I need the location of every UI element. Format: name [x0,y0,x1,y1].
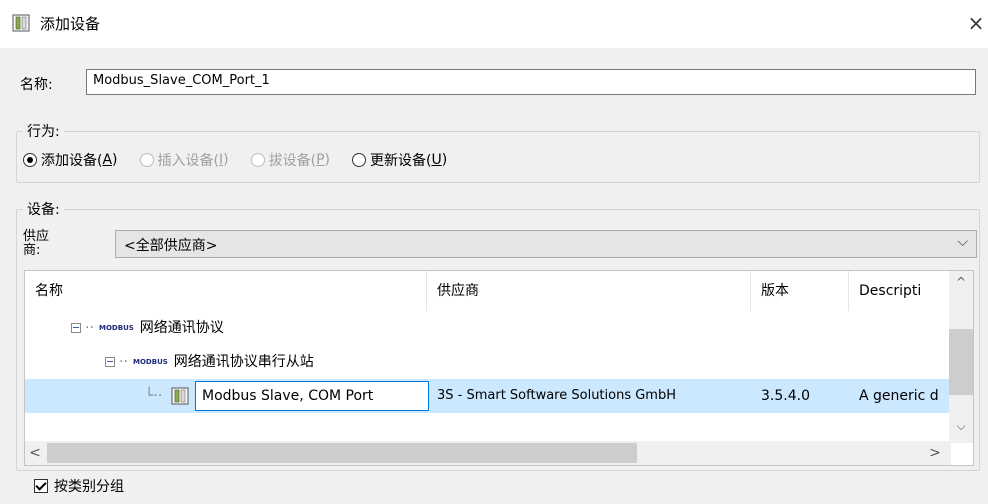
grid-header: 名称 供应商 版本 Descripti [25,271,951,311]
close-icon: × [967,11,985,35]
vendor-select-value: <全部供应商> [124,238,218,254]
group-by-category-label: 按类别分组 [54,479,124,495]
selected-device-row[interactable]: └·· Modbus Slave, COM Port 3S - Smart So… [25,379,951,413]
chevron-down-icon: ⌵ [957,234,968,250]
tree-node-network-protocol[interactable]: ·· MODBUS 网络通讯协议 [71,311,224,345]
vertical-scroll-thumb[interactable] [949,329,973,395]
device-description-cell: A generic d [859,388,939,404]
group-by-category-checkbox[interactable] [34,479,48,493]
scroll-down-icon[interactable]: ⌵ [949,419,973,439]
behavior-options: 添加设备(A) 插入设备(I) 拔设备(P) 更新设备(U) [23,150,469,170]
name-label: 名称: [20,77,53,93]
device-icon [171,387,189,405]
device-tree-grid: 名称 供应商 版本 Descripti ·· MODBUS 网络通讯协议 ·· MOD… [24,270,974,466]
scroll-up-icon[interactable]: ^ [949,275,973,295]
modbus-icon: MODBUS [133,358,168,366]
radio-insert-device[interactable]: 插入设备(I) [139,150,229,170]
radio-dot [351,153,366,167]
horizontal-scroll-thumb[interactable] [47,443,637,463]
tree-node-label: 网络通讯协议 [139,320,224,336]
device-version-cell: 3.5.4.0 [761,388,810,404]
collapse-icon[interactable] [105,357,115,367]
scroll-left-icon[interactable]: < [25,441,45,465]
tree-node-serial-slave[interactable]: ·· MODBUS 网络通讯协议串行从站 [105,345,314,379]
column-header-vendor[interactable]: 供应商 [427,271,751,311]
group-by-category[interactable]: 按类别分组 [34,476,124,496]
device-icon [12,14,30,32]
device-legend: 设备: [23,199,64,219]
radio-unplug-device[interactable]: 拔设备(P) [250,150,330,170]
dialog-body: 名称: Modbus_Slave_COM_Port_1 行为: 添加设备(A) … [0,48,988,504]
device-vendor-cell: 3S - Smart Software Solutions GmbH [437,388,677,403]
radio-dot [250,153,265,167]
modbus-icon: MODBUS [99,324,134,332]
collapse-icon[interactable] [71,323,81,333]
column-header-version[interactable]: 版本 [751,271,849,311]
dialog-titlebar: 添加设备 × [0,0,988,48]
horizontal-scrollbar[interactable]: < > [25,441,951,465]
close-button[interactable]: × [964,6,988,40]
vertical-scrollbar[interactable]: ^ ⌵ [949,271,973,443]
tree-node-label: 网络通讯协议串行从站 [173,354,314,370]
column-header-name[interactable]: 名称 [25,271,427,311]
dialog-title: 添加设备 [40,15,101,33]
vendor-select[interactable]: <全部供应商> ⌵ [115,230,977,258]
device-name-cell[interactable]: Modbus Slave, COM Port [195,381,429,411]
radio-dot [139,153,154,167]
column-header-description[interactable]: Descripti [849,271,951,311]
scroll-right-icon[interactable]: > [925,441,945,465]
vendor-label: 供应 商: [23,229,50,258]
behavior-group: 行为: 添加设备(A) 插入设备(I) 拔设备(P) 更新设备(U) [16,121,980,183]
radio-update-device[interactable]: 更新设备(U) [351,150,447,170]
behavior-legend: 行为: [23,121,64,141]
radio-add-device[interactable]: 添加设备(A) [23,150,118,170]
name-input[interactable]: Modbus_Slave_COM_Port_1 [86,69,976,95]
radio-dot [23,153,37,167]
